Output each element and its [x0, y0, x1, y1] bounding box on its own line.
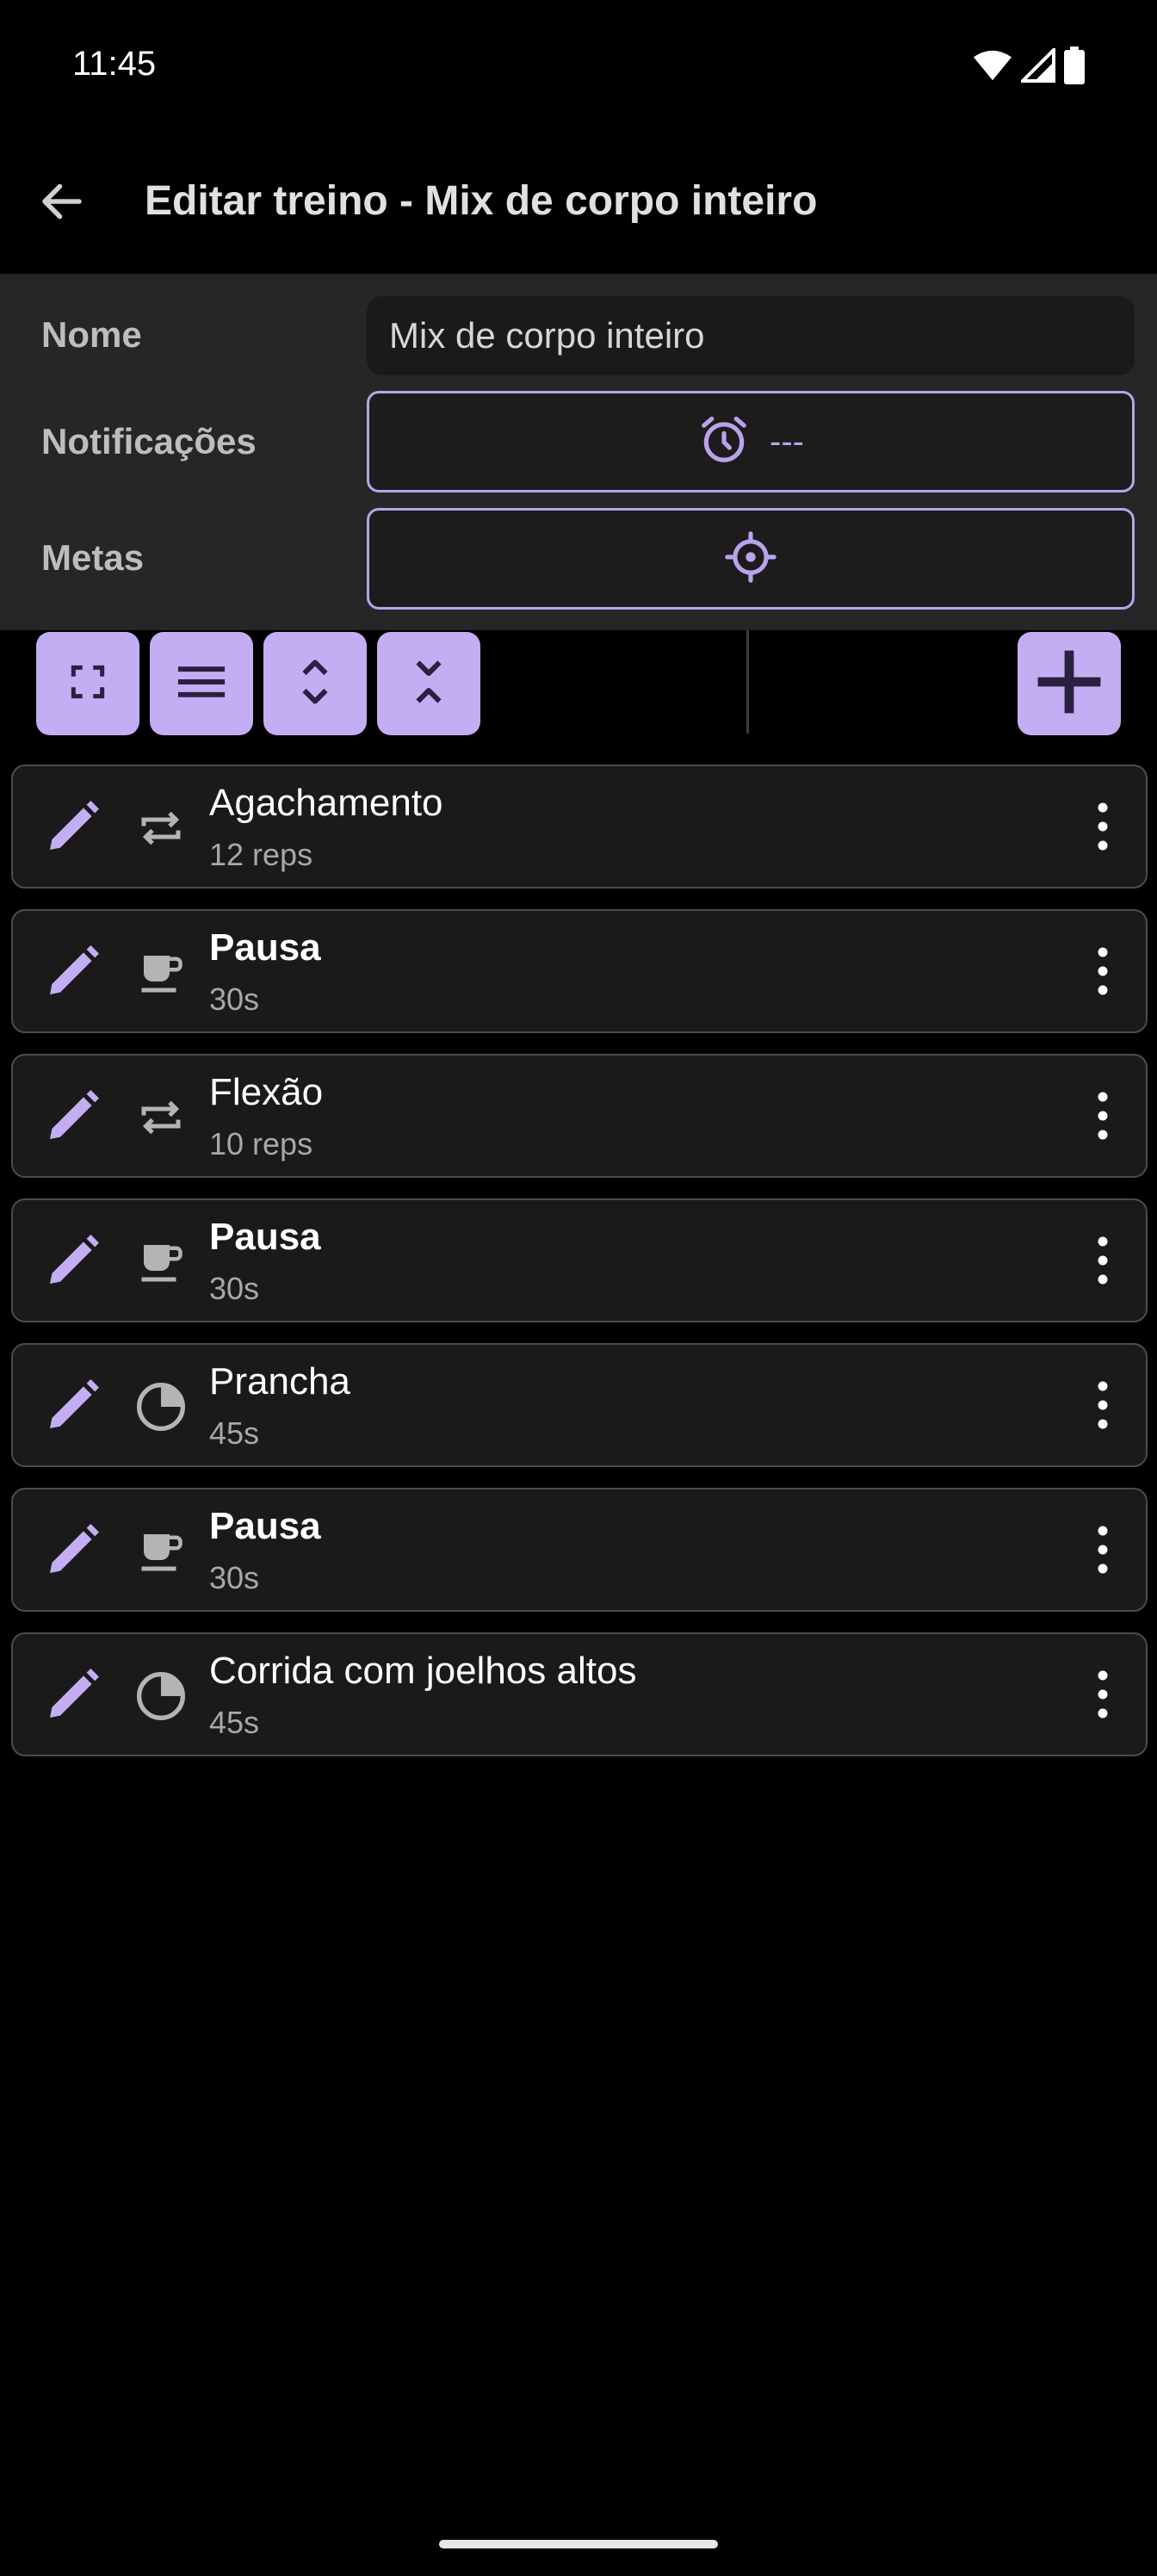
pencil-icon — [42, 1229, 104, 1296]
more-options-button[interactable] — [1086, 1520, 1120, 1582]
page-title: Editar treino - Mix de corpo inteiro — [145, 178, 818, 224]
exercise-detail: 30s — [209, 981, 260, 1017]
more-options-button[interactable] — [1086, 797, 1120, 859]
goals-button[interactable] — [367, 508, 1135, 610]
add-icon — [1030, 642, 1109, 726]
more-options-button[interactable] — [1086, 942, 1120, 1004]
more-options-button[interactable] — [1086, 1087, 1120, 1149]
pencil-icon — [42, 1519, 104, 1585]
exercise-detail: 12 reps — [209, 837, 313, 872]
fullscreen-icon — [66, 660, 109, 708]
list-item[interactable]: Corrida com joelhos altos 45s — [11, 1632, 1148, 1756]
name-label: Nome — [41, 314, 142, 355]
coffee-icon — [132, 1233, 190, 1291]
more-vert-icon — [1097, 1090, 1109, 1146]
edit-button[interactable] — [40, 1519, 106, 1584]
status-time: 11:45 — [72, 45, 157, 83]
battery-icon — [1064, 46, 1085, 89]
exercise-detail: 45s — [209, 1705, 260, 1740]
exercise-name: Flexão — [209, 1071, 324, 1113]
wifi-icon — [973, 48, 1012, 87]
exercise-name: Pausa — [209, 1216, 321, 1258]
more-vert-icon — [1097, 1379, 1109, 1435]
notifications-label: Notificações — [41, 421, 257, 461]
edit-button[interactable] — [40, 1085, 106, 1150]
list-icon — [174, 660, 229, 708]
exercise-name: Corrida com joelhos altos — [209, 1650, 637, 1692]
exercise-detail: 30s — [209, 1560, 260, 1595]
arrow-back-icon — [36, 176, 88, 232]
collapse-all-button[interactable] — [377, 632, 480, 735]
expand-all-button[interactable] — [263, 632, 367, 735]
notifications-value: --- — [770, 422, 804, 461]
exercise-list: Agachamento 12 reps Pausa 30s Flexão 10 … — [11, 765, 1148, 1777]
edit-button[interactable] — [40, 1663, 106, 1729]
fullscreen-button[interactable] — [36, 632, 139, 735]
edit-button[interactable] — [40, 940, 106, 1006]
list-item[interactable]: Pausa 30s — [11, 1488, 1148, 1612]
toolbar-divider — [746, 630, 749, 734]
repeat-icon — [132, 1088, 190, 1147]
add-exercise-button[interactable] — [1018, 632, 1121, 735]
exercise-detail: 45s — [209, 1415, 260, 1451]
workout-form: Nome Mix de corpo inteiro Notificações -… — [0, 274, 1157, 630]
gesture-nav-handle[interactable] — [439, 2540, 718, 2548]
coffee-icon — [132, 1522, 190, 1581]
exercise-name: Pausa — [209, 1505, 321, 1547]
signal-icon — [1018, 46, 1055, 87]
name-input[interactable]: Mix de corpo inteiro — [367, 296, 1135, 375]
more-vert-icon — [1097, 945, 1109, 1001]
status-icons — [973, 46, 1085, 89]
more-vert-icon — [1097, 1524, 1109, 1580]
expand-icon — [294, 656, 337, 712]
list-item[interactable]: Agachamento 12 reps — [11, 765, 1148, 889]
notifications-button[interactable]: --- — [367, 391, 1135, 492]
status-bar: 11:45 — [0, 0, 1157, 129]
timer-icon — [132, 1378, 190, 1436]
collapse-icon — [407, 656, 450, 712]
exercise-detail: 10 reps — [209, 1126, 313, 1161]
more-vert-icon — [1097, 1669, 1109, 1725]
list-item[interactable]: Pausa 30s — [11, 1198, 1148, 1322]
more-vert-icon — [1097, 1235, 1109, 1291]
exercise-name: Prancha — [209, 1360, 350, 1403]
back-button[interactable] — [26, 167, 98, 239]
list-view-button[interactable] — [150, 632, 253, 735]
more-options-button[interactable] — [1086, 1376, 1120, 1438]
coffee-icon — [132, 944, 190, 1002]
exercise-detail: 30s — [209, 1271, 260, 1306]
target-icon — [724, 530, 777, 588]
edit-button[interactable] — [40, 796, 106, 861]
list-item[interactable]: Pausa 30s — [11, 909, 1148, 1033]
list-toolbar — [0, 630, 1157, 759]
app-bar: Editar treino - Mix de corpo inteiro — [0, 129, 1157, 274]
more-options-button[interactable] — [1086, 1231, 1120, 1293]
pencil-icon — [42, 1374, 104, 1440]
edit-button[interactable] — [40, 1374, 106, 1440]
more-vert-icon — [1097, 801, 1109, 857]
goals-label: Metas — [41, 537, 145, 578]
exercise-name: Pausa — [209, 926, 321, 969]
list-item[interactable]: Prancha 45s — [11, 1343, 1148, 1467]
list-item[interactable]: Flexão 10 reps — [11, 1054, 1148, 1178]
pencil-icon — [42, 796, 104, 862]
pencil-icon — [42, 1663, 104, 1730]
repeat-icon — [132, 799, 190, 858]
alarm-icon — [697, 413, 751, 471]
pencil-icon — [42, 1085, 104, 1151]
pencil-icon — [42, 940, 104, 1006]
edit-button[interactable] — [40, 1229, 106, 1295]
timer-icon — [132, 1667, 190, 1725]
more-options-button[interactable] — [1086, 1665, 1120, 1727]
exercise-name: Agachamento — [209, 782, 443, 824]
